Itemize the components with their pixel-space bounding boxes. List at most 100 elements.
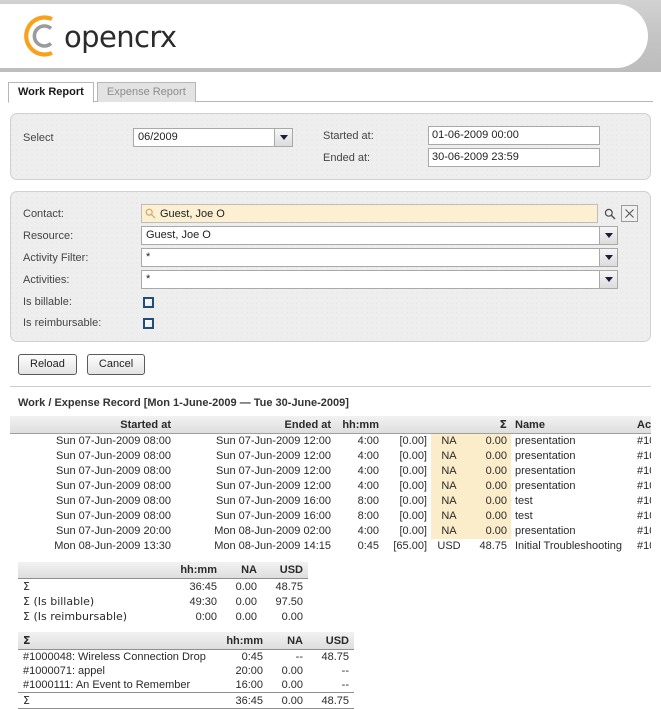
cell-sum: 0.00 <box>467 509 511 524</box>
work-record-table: Started at Ended at hh:mm Σ Name Activit… <box>10 416 651 554</box>
magnifier-icon[interactable] <box>602 206 617 221</box>
cell-started-at: Sun 07-Jun-2009 20:00 <box>56 525 171 537</box>
resource-select[interactable]: Guest, Joe O <box>141 226 618 245</box>
table-row[interactable]: Sun 07-Jun-2009 20:00 Mon 08-Jun-2009 02:… <box>10 524 651 539</box>
cell-hhmm: 4:00 <box>357 465 379 477</box>
table-row[interactable]: Mon 08-Jun-2009 13:30 Mon 08-Jun-2009 14:… <box>10 539 651 554</box>
col-activity-na: NA <box>268 632 308 650</box>
tab-expense-report[interactable]: Expense Report <box>96 82 196 102</box>
started-at-value[interactable]: 01-06-2009 00:00 <box>428 126 600 145</box>
cell-activity: #1000048: Wireless Co <box>637 540 651 552</box>
cell-started-at: Sun 07-Jun-2009 08:00 <box>56 480 171 492</box>
table-row[interactable]: Sun 07-Jun-2009 08:00 Sun 07-Jun-2009 16:… <box>10 509 651 524</box>
cell-total-na: 0.00 <box>268 692 308 709</box>
cell-rate: [65.00] <box>393 540 427 552</box>
tab-work-report[interactable]: Work Report <box>8 82 94 103</box>
is-reimbursable-checkbox[interactable] <box>143 317 154 329</box>
col-hhmm: hh:mm <box>335 416 383 434</box>
cell-activity: #1000071: appel <box>637 465 651 477</box>
cell-activity-label: #1000048: Wireless Connection Drop <box>23 651 206 663</box>
contact-label: Contact: <box>23 207 64 220</box>
activities-select-value: * <box>146 273 151 285</box>
period-select-value: 06/2009 <box>138 131 178 143</box>
cell-started-at: Sun 07-Jun-2009 08:00 <box>56 450 171 462</box>
chevron-down-icon[interactable] <box>599 249 617 266</box>
cell-flag-usd: 48.75 <box>275 580 303 593</box>
activity-filter-select[interactable]: * <box>141 248 618 267</box>
col-flag-na: NA <box>222 562 262 579</box>
activities-label: Activities: <box>23 273 70 286</box>
cell-hhmm: 8:00 <box>357 495 379 507</box>
section-divider <box>10 386 651 387</box>
cell-currency: NA <box>431 524 467 539</box>
person-lookup-icon <box>145 208 156 219</box>
cell-sum: 48.75 <box>479 540 507 552</box>
cell-activity-hhmm: 20:00 <box>235 665 263 677</box>
cell-sum: 0.00 <box>467 449 511 464</box>
table-row[interactable]: Sun 07-Jun-2009 08:00 Sun 07-Jun-2009 16:… <box>10 494 651 509</box>
table-header-row: Started at Ended at hh:mm Σ Name Activit… <box>10 416 651 434</box>
brand-name: opencrx <box>64 19 177 54</box>
cell-flag-na: 0.00 <box>235 610 257 623</box>
cell-activity-label: #1000071: appel <box>23 665 105 677</box>
col-activity: Activity <box>633 416 651 434</box>
cell-currency: NA <box>431 433 467 449</box>
cell-sum: 0.00 <box>467 494 511 509</box>
cell-currency: NA <box>431 494 467 509</box>
cell-ended-at: Sun 07-Jun-2009 12:00 <box>216 450 331 462</box>
is-billable-checkbox[interactable] <box>143 296 154 308</box>
cell-activity: #1000111: An Event to <box>637 495 651 507</box>
ended-at-value[interactable]: 30-06-2009 23:59 <box>428 148 600 167</box>
clear-x-icon[interactable] <box>621 205 638 222</box>
totals-by-activity-table: Σ hh:mm NA USD #1000048: Wireless Connec… <box>18 632 354 709</box>
activities-select[interactable]: * <box>141 270 618 289</box>
cell-hhmm: 4:00 <box>357 480 379 492</box>
col-activity-hhmm: hh:mm <box>214 632 268 650</box>
cell-rate: [0.00] <box>399 435 427 447</box>
ended-at-label: Ended at: <box>323 151 371 164</box>
cell-ended-at: Sun 07-Jun-2009 16:00 <box>216 495 331 507</box>
cell-activity-na: -- <box>295 651 303 663</box>
totals-by-flag-table: hh:mm NA USD Σ 36:45 0.00 48.75 Σ (Is billab… <box>18 562 308 624</box>
table-row[interactable]: Sun 07-Jun-2009 08:00 Sun 07-Jun-2009 12:… <box>10 433 651 449</box>
cell-name: test <box>515 510 533 522</box>
col-activity-label: Σ <box>18 632 214 650</box>
totals-activity-header-row: Σ hh:mm NA USD <box>18 632 354 650</box>
record-title: Work / Expense Record [Mon 1-June-2009 —… <box>18 397 349 409</box>
cell-currency: NA <box>431 479 467 494</box>
chevron-down-icon[interactable] <box>274 129 292 146</box>
chevron-down-icon[interactable] <box>599 227 617 244</box>
cell-flag-usd: 0.00 <box>281 610 303 623</box>
cell-started-at: Sun 07-Jun-2009 08:00 <box>56 510 171 522</box>
cell-currency: NA <box>431 509 467 524</box>
app-logo: opencrx <box>14 8 177 64</box>
filter-panel: Contact: Guest, Joe O Resource: Guest, J… <box>10 191 651 342</box>
table-row[interactable]: Sun 07-Jun-2009 08:00 Sun 07-Jun-2009 12:… <box>10 449 651 464</box>
table-row[interactable]: Sun 07-Jun-2009 08:00 Sun 07-Jun-2009 12:… <box>10 464 651 479</box>
cell-activity: #1000071: appel <box>637 480 651 492</box>
cell-activity-usd: -- <box>341 679 349 691</box>
col-rate <box>383 416 431 434</box>
cell-rate: [0.00] <box>399 450 427 462</box>
totals-flag-row: Σ (Is billable) 49:30 0.00 97.50 <box>18 594 308 609</box>
cell-total-usd: 48.75 <box>308 692 354 709</box>
select-period-row: Select 06/2009 <box>23 128 323 147</box>
cancel-button[interactable]: Cancel <box>86 354 146 375</box>
cell-rate: [0.00] <box>399 495 427 507</box>
resource-label: Resource: <box>23 229 74 242</box>
cell-flag-label: Σ (Is reimbursable) <box>23 610 128 623</box>
cell-activity-na: 0.00 <box>281 665 303 677</box>
reload-button[interactable]: Reload <box>18 354 77 375</box>
cell-name: Initial Troubleshooting <box>515 540 623 552</box>
resource-select-value: Guest, Joe O <box>146 229 211 241</box>
cell-sum: 0.00 <box>467 433 511 449</box>
cell-ended-at: Mon 08-Jun-2009 14:15 <box>214 540 331 552</box>
record-table-scroller: Started at Ended at hh:mm Σ Name Activit… <box>0 416 651 554</box>
contact-input[interactable]: Guest, Joe O <box>141 204 598 223</box>
table-row[interactable]: Sun 07-Jun-2009 08:00 Sun 07-Jun-2009 12:… <box>10 479 651 494</box>
cell-currency: NA <box>431 464 467 479</box>
chevron-down-icon[interactable] <box>599 271 617 288</box>
period-select[interactable]: 06/2009 <box>133 128 293 147</box>
activity-filter-label: Activity Filter: <box>23 251 89 264</box>
cell-ended-at: Sun 07-Jun-2009 12:00 <box>216 465 331 477</box>
